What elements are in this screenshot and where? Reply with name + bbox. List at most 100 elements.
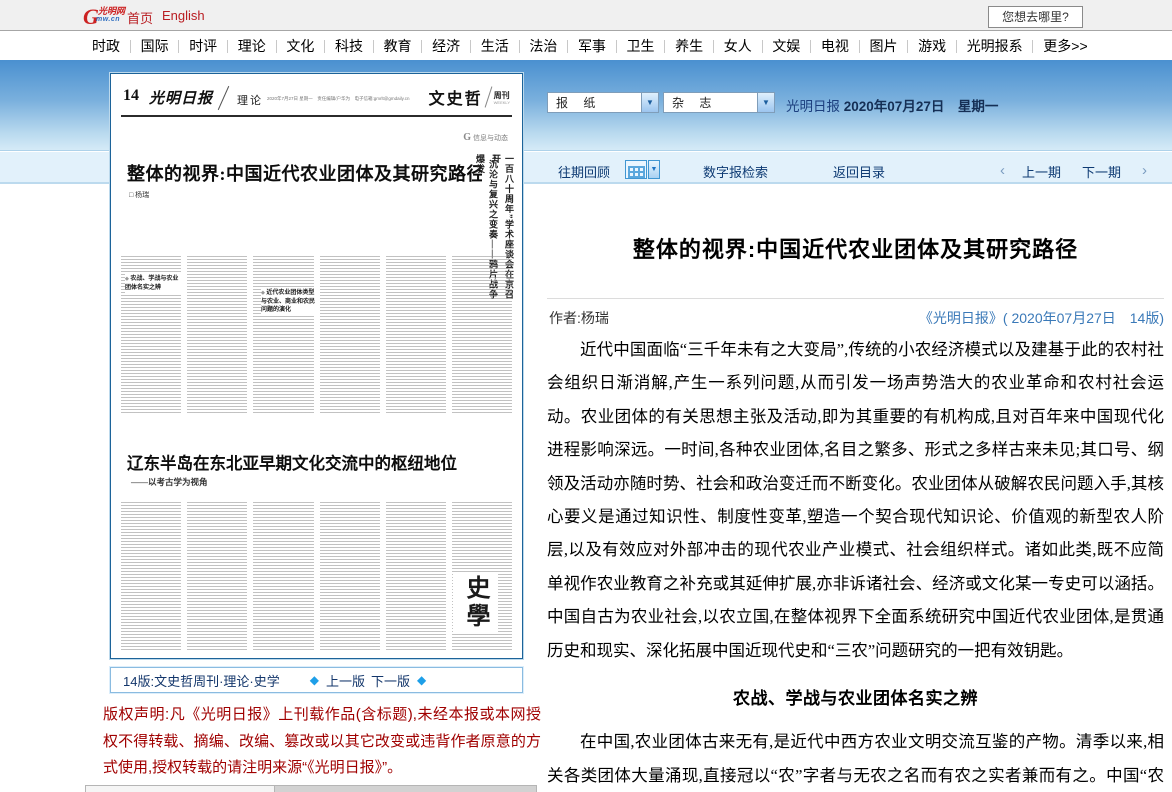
next-issue-link[interactable]: 下一期 — [1082, 162, 1121, 181]
newspaper-section: 理论 — [237, 92, 263, 108]
nav-item[interactable]: 文化 — [286, 36, 314, 56]
newsprint-column — [386, 502, 446, 650]
nav-separator — [421, 40, 422, 53]
nav-item[interactable]: 理论 — [238, 36, 266, 56]
nav-separator — [276, 40, 277, 53]
nav-item[interactable]: 经济 — [432, 36, 460, 56]
nav-separator — [713, 40, 714, 53]
prev-page-diamond-icon: ◆ — [310, 673, 319, 687]
masthead-divider — [218, 86, 229, 110]
next-page-diamond-icon: ◆ — [417, 673, 426, 687]
nav-item[interactable]: 军事 — [578, 36, 606, 56]
weekly-title: 文史哲 — [429, 85, 483, 109]
nav-separator — [907, 40, 908, 53]
page: G 光明网 mw.cn 首页 English 您想去哪里? 时政 国际 时评 理… — [0, 0, 1172, 792]
prev-chevron-icon[interactable]: ‹ — [1000, 162, 1005, 179]
newsprint-column — [187, 502, 247, 650]
next-chevron-icon[interactable]: › — [1142, 162, 1147, 179]
calendar-icon[interactable] — [625, 160, 647, 179]
weekly-sub: 周刊 — [494, 90, 510, 101]
main-nav: 时政 国际 时评 理论 文化 科技 教育 经济 生活 法治 军事 卫生 养生 女… — [0, 32, 1172, 60]
newspaper-page-number: 14 — [123, 87, 139, 105]
archive-link[interactable]: 往期回顾 — [558, 162, 610, 181]
nav-separator — [567, 40, 568, 53]
nav-separator — [130, 40, 131, 53]
nav-item[interactable]: 法治 — [529, 36, 557, 56]
newsprint-column — [187, 256, 247, 414]
next-page-link[interactable]: 下一版 — [371, 671, 410, 690]
newsprint-column — [253, 502, 313, 650]
calendar-dropdown-arrow-icon[interactable]: ▼ — [648, 160, 660, 179]
issue-weekday: 星期一 — [958, 99, 999, 114]
nav-item[interactable]: 教育 — [384, 36, 412, 56]
digital-search-link[interactable]: 数字报检索 — [703, 162, 768, 181]
article-source: 《光明日报》( 2020年07月27日 14版) — [919, 308, 1164, 328]
newspaper-subhead-2: ◆ 近代农业团体类型与农业、商业和农民问题的演化 — [261, 288, 319, 315]
article-paragraph-2: 在中国,农业团体古来无有,是近代中西方农业文明交流互鉴的产物。清季以来,相关各类… — [547, 725, 1164, 792]
newspaper-subhead-2-text: 近代农业团体类型与农业、商业和农民问题的演化 — [261, 290, 315, 313]
nav-separator — [178, 40, 179, 53]
home-link[interactable]: 首页 — [127, 8, 153, 27]
nav-item[interactable]: 卫生 — [627, 36, 655, 56]
prev-page-link[interactable]: 上一版 — [326, 671, 365, 690]
prev-issue-link[interactable]: 上一期 — [1022, 162, 1061, 181]
nav-item[interactable]: 时政 — [92, 36, 120, 56]
nav-separator — [227, 40, 228, 53]
nav-item[interactable]: 文娱 — [772, 36, 800, 56]
page-caption-label: 14版:文史哲周刊·理论·史学 — [123, 671, 280, 690]
footer-bar-right — [275, 785, 537, 792]
gmw-logo-domain: mw.cn — [96, 16, 120, 23]
article-author: 作者:杨瑞 — [549, 308, 609, 328]
newsprint-column — [121, 502, 181, 650]
weekly-divider — [484, 86, 492, 107]
nav-separator — [762, 40, 763, 53]
article-section-heading: 农战、学战与农业团体名实之辨 — [547, 682, 1164, 715]
newspaper-page-image[interactable]: 14 光明日报 理论 2020年7月27日 星期一 责任编辑/户华为 电子信箱:… — [110, 73, 523, 659]
nav-separator — [810, 40, 811, 53]
nav-item[interactable]: 科技 — [335, 36, 363, 56]
nav-item[interactable]: 图片 — [870, 36, 898, 56]
nav-separator — [324, 40, 325, 53]
select-arrow-icon[interactable]: ▼ — [757, 93, 774, 112]
nav-item[interactable]: 电视 — [821, 36, 849, 56]
select-arrow-icon[interactable]: ▼ — [641, 93, 658, 112]
subhead-ornament-icon: ◆ — [261, 291, 265, 296]
nav-separator — [519, 40, 520, 53]
nav-item[interactable]: 时评 — [189, 36, 217, 56]
newspaper-byline-1: □ 杨瑞 — [129, 190, 149, 200]
nav-separator — [616, 40, 617, 53]
info-badge: G信息与动态 — [463, 132, 508, 143]
article-pane: 整体的视界:中国近代农业团体及其研究路径 作者:杨瑞 《光明日报》( 2020年… — [547, 185, 1164, 792]
newspaper-headline-1: 整体的视界:中国近代农业团体及其研究路径 — [127, 160, 487, 186]
newspaper-subhead-1: ◆ 农战、学战与农业团体名实之辨 — [125, 274, 183, 293]
subhead-ornament-icon: ◆ — [125, 277, 129, 282]
paper-select-value: 报 纸 — [548, 94, 641, 111]
newspaper-subhead-1-text: 农战、学战与农业团体名实之辨 — [125, 276, 178, 291]
newspaper-header-info: 2020年7月27日 星期一 责任编辑/户华为 电子信箱:gmrlt@gmdai… — [267, 96, 417, 102]
shixue-stamp: 史學 — [453, 572, 498, 634]
nav-item[interactable]: 养生 — [675, 36, 703, 56]
newsprint-column — [320, 256, 380, 414]
back-to-contents-link[interactable]: 返回目录 — [833, 162, 885, 181]
issue-info: 光明日报 2020年07月27日 星期一 — [786, 95, 998, 115]
newsprint-column — [386, 256, 446, 414]
english-link[interactable]: English — [162, 8, 205, 23]
magazine-select[interactable]: 杂 志 ▼ — [663, 92, 775, 113]
nav-item[interactable]: 生活 — [481, 36, 509, 56]
article-paragraph-1: 近代中国面临“三千年未有之大变局”,传统的小农经济模式以及建基于此的农村社会组织… — [547, 333, 1164, 667]
paper-select[interactable]: 报 纸 ▼ — [547, 92, 659, 113]
nav-item-more[interactable]: 更多>> — [1043, 36, 1087, 56]
nav-item[interactable]: 游戏 — [918, 36, 946, 56]
newspaper-headline-2-subtitle: ——以考古学为视角 — [131, 476, 208, 488]
nav-separator — [664, 40, 665, 53]
footer-bar-left — [85, 785, 275, 792]
where-to-go-select[interactable]: 您想去哪里? — [988, 6, 1083, 28]
newspaper-headline-2: 辽东半岛在东北亚早期文化交流中的枢纽地位 — [127, 450, 457, 474]
nav-item[interactable]: 光明报系 — [967, 36, 1023, 56]
nav-item[interactable]: 女人 — [724, 36, 752, 56]
nav-item[interactable]: 国际 — [141, 36, 169, 56]
magazine-select-value: 杂 志 — [664, 94, 757, 111]
nav-separator — [859, 40, 860, 53]
article-body: 近代中国面临“三千年未有之大变局”,传统的小农经济模式以及建基于此的农村社会组织… — [547, 333, 1164, 792]
issue-masthead: 光明日报 — [786, 99, 840, 114]
